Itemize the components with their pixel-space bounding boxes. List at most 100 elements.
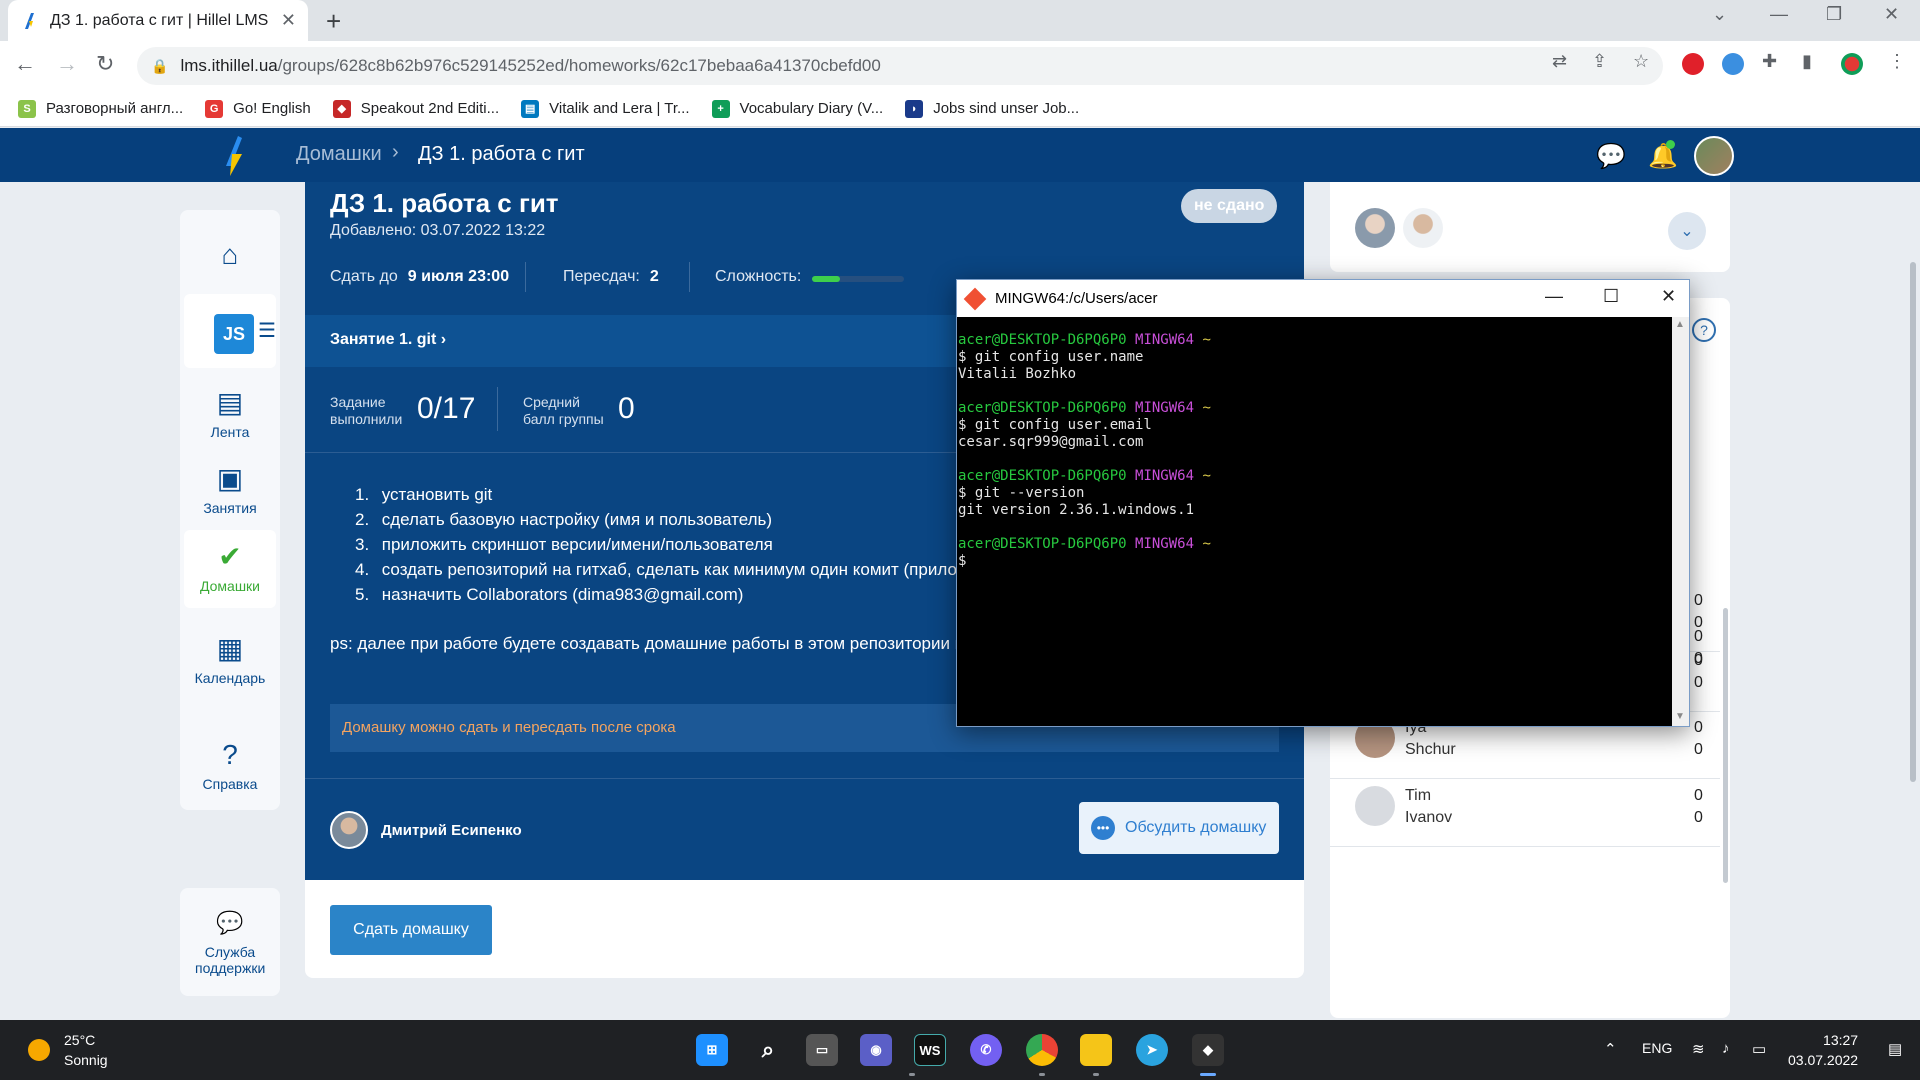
bookmark-item[interactable]: ▤ Vitalik and Lera | Tr... bbox=[521, 99, 690, 118]
weather-sun-icon[interactable] bbox=[28, 1039, 50, 1061]
bookmark-item[interactable]: G Go! English bbox=[205, 99, 311, 118]
lock-icon[interactable]: 🔒 bbox=[151, 58, 168, 75]
terminal-scrollbar[interactable]: ▲ ▼ bbox=[1672, 317, 1689, 726]
expand-chevron-icon[interactable]: ⌄ bbox=[1668, 212, 1706, 250]
task-number: 4. bbox=[355, 560, 370, 579]
student-scores: 00 bbox=[1694, 590, 1703, 634]
sidebar-item-calendar[interactable]: ▦ Календарь bbox=[184, 624, 276, 694]
bookmark-item[interactable]: ◆ Speakout 2nd Editi... bbox=[332, 99, 499, 118]
menu-kebab-icon[interactable]: ⋮ bbox=[1888, 51, 1906, 72]
trello-icon: ▤ bbox=[521, 99, 540, 118]
bookmark-item[interactable]: ◗ Jobs sind unser Job... bbox=[905, 99, 1079, 118]
sidepanel-icon[interactable]: ▮ bbox=[1802, 51, 1812, 72]
close-window-icon[interactable]: ✕ bbox=[1884, 4, 1899, 25]
scroll-up-icon[interactable]: ▲ bbox=[1675, 319, 1685, 330]
student-score: 0 bbox=[1694, 614, 1703, 631]
difficulty-bar bbox=[812, 276, 904, 282]
student-scores: 00 bbox=[1694, 650, 1703, 694]
breadcrumb-homeworks-link[interactable]: Домашки bbox=[296, 143, 382, 166]
terminal-maximize-icon[interactable]: ☐ bbox=[1603, 286, 1619, 307]
ps-text: ps: далее при работе будете создавать до… bbox=[330, 634, 964, 653]
support-label: Служба поддержки bbox=[195, 944, 266, 976]
task-item: 1. установить git bbox=[355, 482, 968, 507]
sidebar-item-course[interactable]: JS ☰ bbox=[184, 294, 276, 368]
tab-close-icon[interactable]: ✕ bbox=[281, 10, 296, 31]
bookmark-item[interactable]: + Vocabulary Diary (V... bbox=[711, 99, 883, 118]
share-icon[interactable]: ⇪ bbox=[1592, 51, 1607, 72]
wifi-icon[interactable]: ≋ bbox=[1692, 1040, 1705, 1058]
course-menu-icon[interactable]: ☰ bbox=[258, 318, 276, 343]
volume-icon[interactable]: ♪ bbox=[1722, 1040, 1730, 1057]
webstorm-icon[interactable]: WS bbox=[914, 1034, 946, 1066]
task-number: 1. bbox=[355, 485, 370, 504]
sidebar-item-lessons[interactable]: ▣ Занятия bbox=[184, 454, 276, 524]
user-avatar[interactable] bbox=[1694, 136, 1734, 176]
terminal-minimize-icon[interactable]: — bbox=[1545, 286, 1563, 307]
chat-icon[interactable]: 💬 bbox=[1596, 142, 1626, 170]
notification-center-icon[interactable]: ▤ bbox=[1888, 1040, 1902, 1058]
chrome-icon[interactable] bbox=[1026, 1034, 1058, 1066]
back-icon[interactable]: ← bbox=[14, 51, 36, 77]
git-bash-window[interactable]: MINGW64:/c/Users/acer — ☐ ✕ acer@DESKTOP… bbox=[956, 279, 1690, 727]
page-scrollbar[interactable] bbox=[1910, 262, 1916, 782]
sidebar-item-homeworks[interactable]: ✔ Домашки bbox=[184, 530, 276, 608]
reload-icon[interactable]: ↻ bbox=[96, 51, 114, 77]
minimize-icon[interactable]: — bbox=[1770, 4, 1788, 25]
weather-text: Sonnig bbox=[64, 1052, 108, 1068]
left-sidebar: ⌂ JS ☰ ▤ Лента ▣ Занятия ✔ Домашки ▦ Кал… bbox=[180, 210, 280, 810]
restore-icon[interactable]: ❐ bbox=[1826, 4, 1842, 25]
support-chat-icon: 💬 bbox=[216, 910, 244, 935]
search-icon[interactable]: ⌕ bbox=[752, 1034, 784, 1066]
translate-extension-icon[interactable] bbox=[1722, 53, 1744, 75]
clock[interactable]: 13:27 03.07.2022 bbox=[1788, 1030, 1858, 1070]
tray-chevron-icon[interactable]: ⌃ bbox=[1604, 1040, 1617, 1058]
browser-tab[interactable]: ДЗ 1. работа с гит | Hillel LMS ✕ bbox=[8, 0, 308, 41]
sidebar-item-home[interactable]: ⌂ bbox=[184, 228, 276, 284]
meta-divider bbox=[689, 262, 690, 292]
student-row[interactable]: Tim Ivanov 0 0 bbox=[1330, 765, 1720, 847]
hillel-logo-icon[interactable] bbox=[222, 136, 246, 176]
terminal-output-line: cesar.sqr999@gmail.com bbox=[958, 434, 1144, 450]
prompt-user: acer@DESKTOP-D6PQ6P0 bbox=[958, 332, 1127, 348]
prompt-env: MINGW64 bbox=[1135, 468, 1195, 484]
tab-search-icon[interactable]: ⌄ bbox=[1712, 4, 1727, 25]
language-indicator[interactable]: ENG bbox=[1642, 1040, 1672, 1056]
telegram-icon[interactable]: ➤ bbox=[1136, 1034, 1168, 1066]
student-last-name: Ivanov bbox=[1405, 809, 1453, 826]
homework-check-icon: ✔ bbox=[218, 541, 242, 572]
sheets-icon: + bbox=[711, 99, 730, 118]
extensions-puzzle-icon[interactable]: ✚ bbox=[1762, 51, 1777, 72]
task-view-icon[interactable]: ▭ bbox=[806, 1034, 838, 1066]
student-score: 0 bbox=[1694, 787, 1703, 804]
address-bar[interactable]: 🔒 lms.ithillel.ua/groups/628c8b62b976c52… bbox=[137, 47, 1663, 85]
battery-icon[interactable]: ▭ bbox=[1752, 1040, 1766, 1058]
stat-divider bbox=[497, 387, 498, 431]
translate-icon[interactable]: ⇄ bbox=[1552, 51, 1567, 72]
support-button[interactable]: 💬 Служба поддержки bbox=[180, 888, 280, 996]
terminal-close-icon[interactable]: ✕ bbox=[1661, 286, 1676, 307]
sidebar-item-help[interactable]: ? Справка bbox=[184, 730, 276, 800]
start-windows-icon[interactable]: ⊞ bbox=[696, 1034, 728, 1066]
terminal-titlebar[interactable]: MINGW64:/c/Users/acer — ☐ ✕ bbox=[957, 280, 1689, 317]
info-help-icon[interactable]: ? bbox=[1692, 318, 1716, 342]
terminal-output[interactable]: acer@DESKTOP-D6PQ6P0 MINGW64 ~ $ git conf… bbox=[957, 317, 1672, 726]
submit-area: Сдать домашку bbox=[305, 880, 1304, 978]
bookmark-item[interactable]: S Разговорный англ... bbox=[18, 99, 183, 118]
weather-widget[interactable]: 25°C Sonnig bbox=[64, 1030, 108, 1070]
git-bash-taskbar-icon[interactable]: ◆ bbox=[1192, 1034, 1224, 1066]
scroll-down-icon[interactable]: ▼ bbox=[1675, 711, 1685, 722]
students-scrollbar[interactable] bbox=[1723, 608, 1728, 883]
teams-chat-icon[interactable]: ◉ bbox=[860, 1034, 892, 1066]
profile-avatar-icon[interactable] bbox=[1841, 53, 1863, 75]
student-score: 0 bbox=[1694, 652, 1703, 669]
bookmark-star-icon[interactable]: ☆ bbox=[1633, 51, 1649, 72]
submit-homework-button[interactable]: Сдать домашку bbox=[330, 905, 492, 955]
file-explorer-icon[interactable] bbox=[1080, 1034, 1112, 1066]
discuss-homework-button[interactable]: ••• Обсудить домашку bbox=[1079, 802, 1279, 854]
viber-icon[interactable]: ✆ bbox=[970, 1034, 1002, 1066]
sidebar-item-feed[interactable]: ▤ Лента bbox=[184, 378, 276, 448]
new-tab-icon[interactable]: + bbox=[326, 6, 341, 37]
opera-extension-icon[interactable] bbox=[1682, 53, 1704, 75]
forward-icon[interactable]: → bbox=[56, 51, 78, 77]
